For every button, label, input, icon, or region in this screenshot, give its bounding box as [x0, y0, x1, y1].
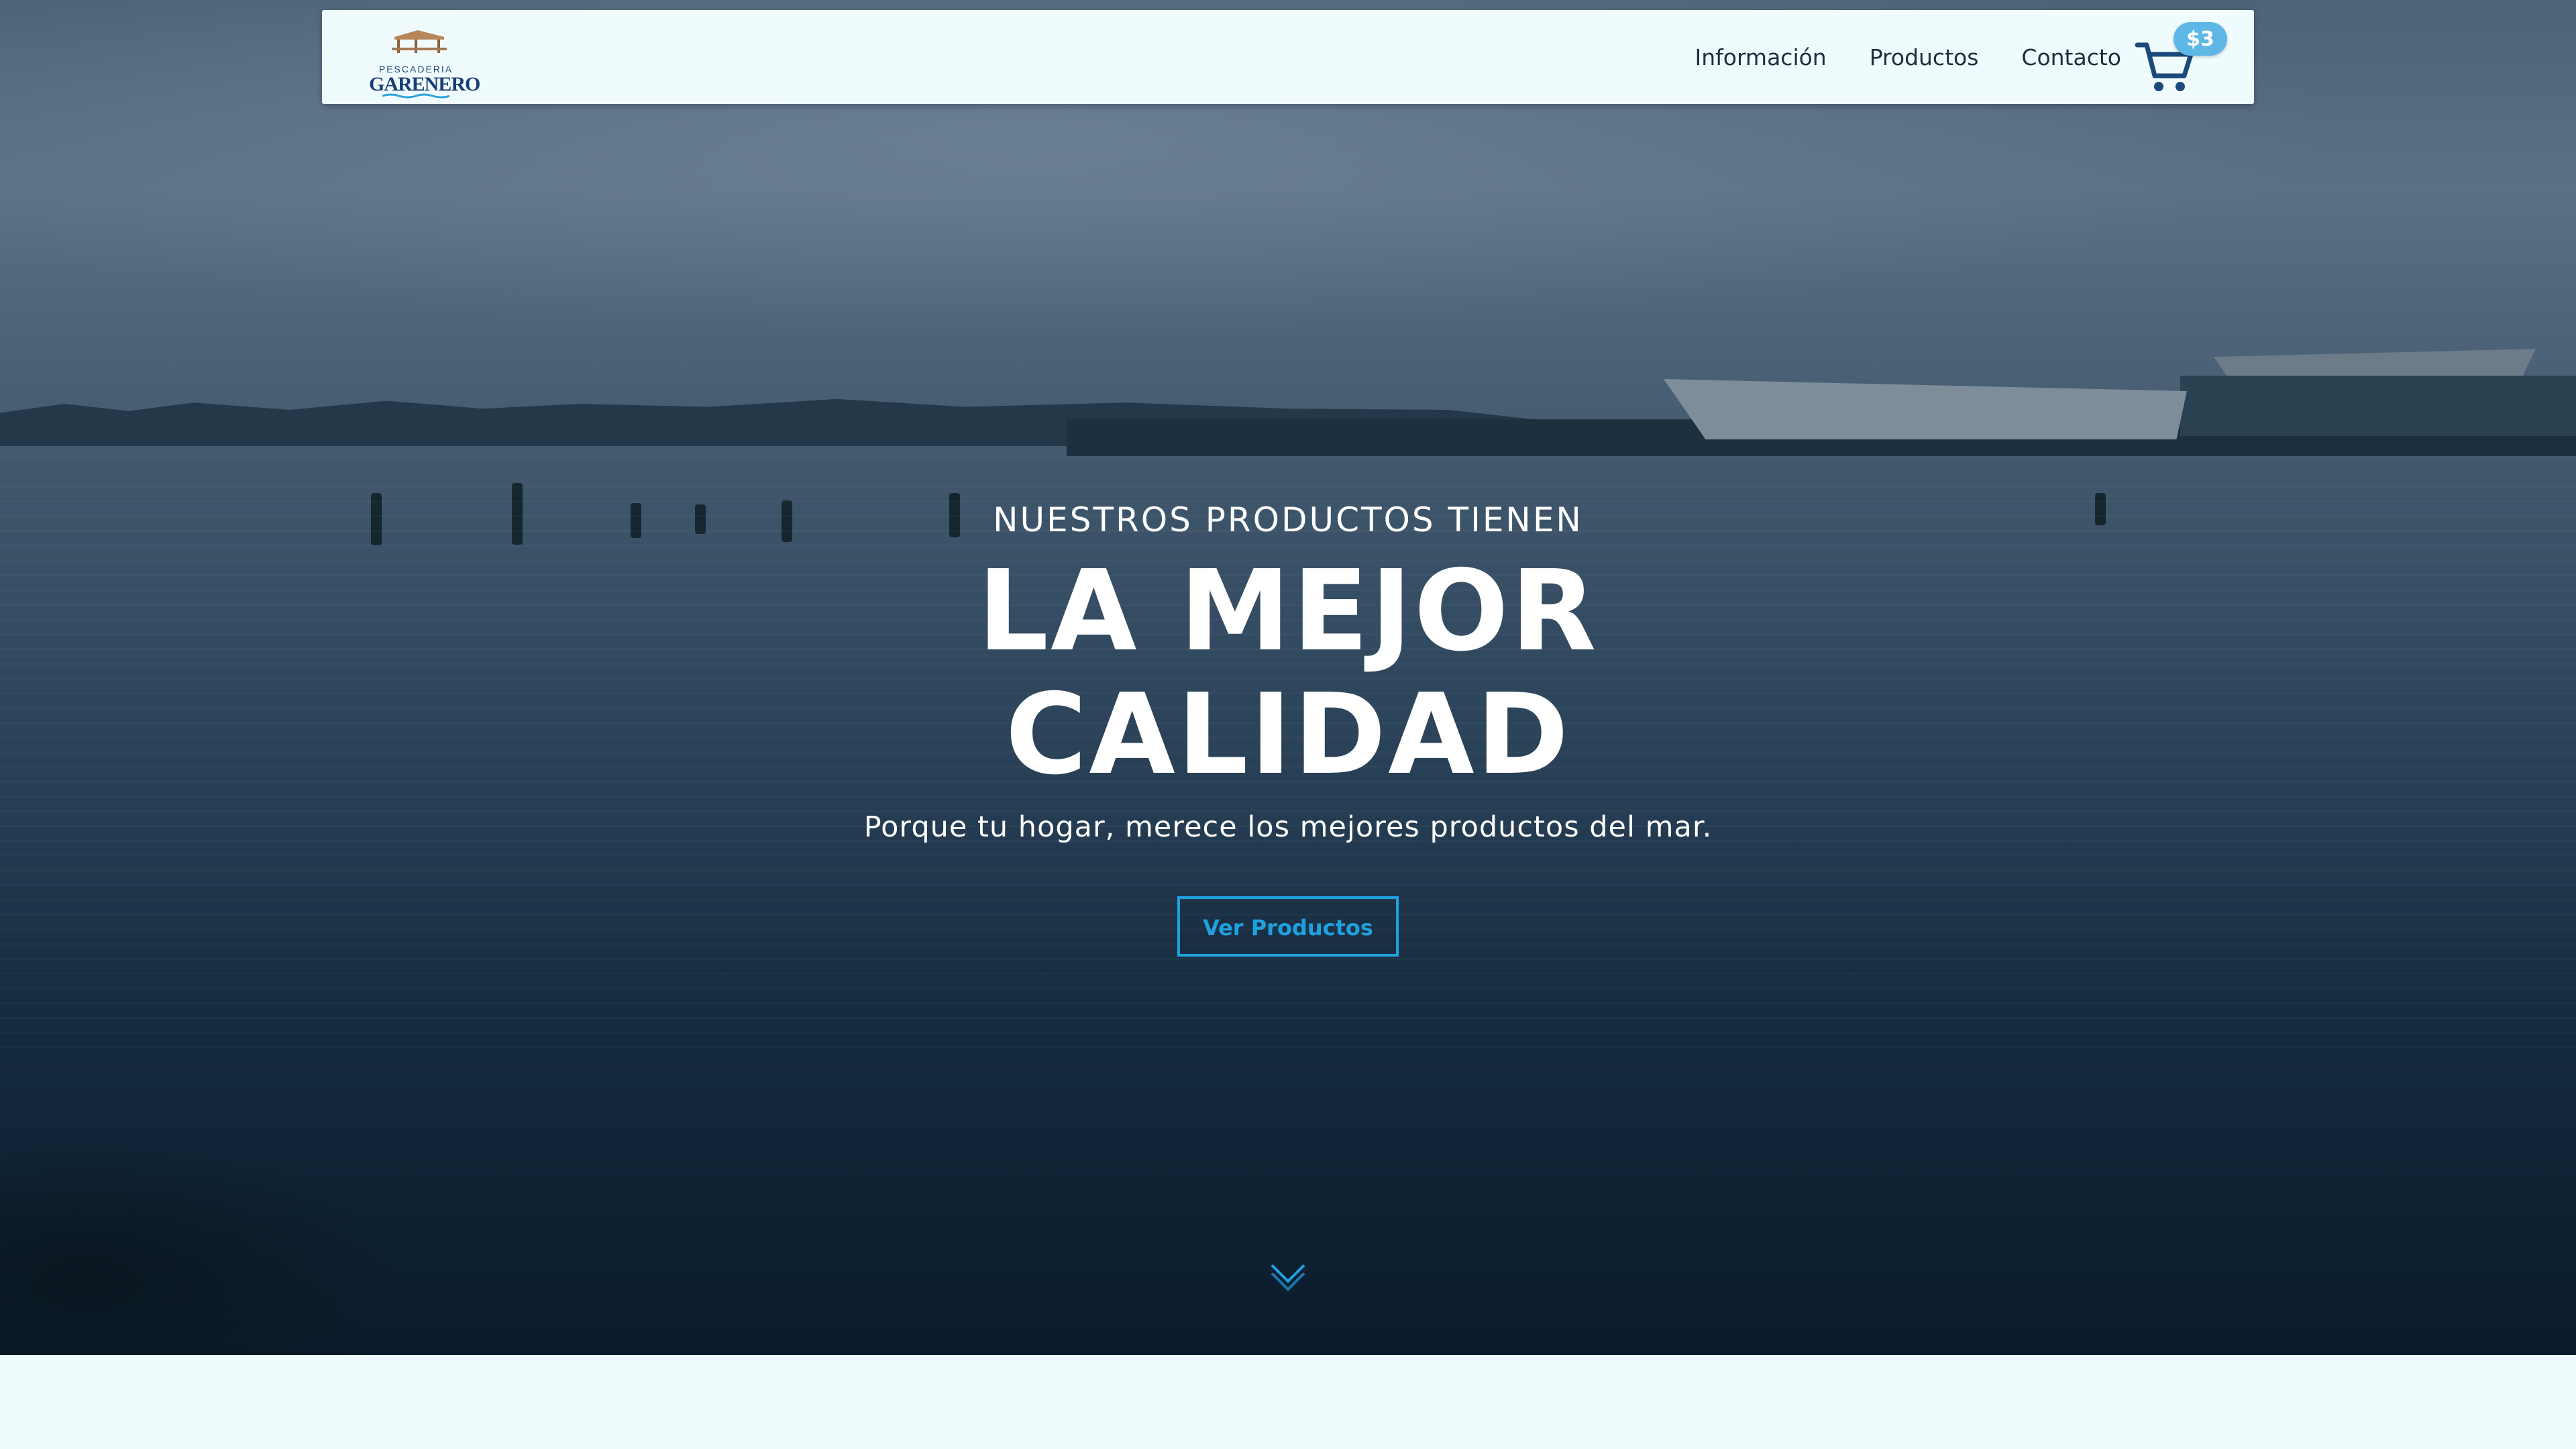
cart-total-badge[interactable]: $3: [2174, 22, 2227, 56]
wave-icon: [382, 93, 449, 99]
brand-logo[interactable]: PESCADERIA GARENERO: [369, 23, 480, 99]
hero-kicker: NUESTROS PRODUCTOS TIENEN: [993, 500, 1583, 539]
hero-headline-line2: CALIDAD: [1005, 670, 1571, 800]
hero-headline: LA MEJOR CALIDAD: [0, 550, 2576, 797]
hero-headline-line1: LA MEJOR: [977, 547, 1599, 676]
logo-name: GARENERO: [369, 73, 480, 95]
hero-rocks: [0, 1140, 416, 1355]
hero-content: NUESTROS PRODUCTOS TIENEN LA MEJOR CALID…: [0, 490, 2576, 957]
nav-item-productos[interactable]: Productos: [1870, 44, 1979, 70]
pier-roof-icon: [392, 30, 447, 53]
hero-subtitle: Porque tu hogar, merece los mejores prod…: [863, 810, 1713, 844]
hero-boat: [1664, 379, 2187, 439]
chevron-down-icon[interactable]: [1268, 1261, 1308, 1291]
nav-item-informacion[interactable]: Información: [1695, 44, 1826, 70]
nav-item-contacto[interactable]: Contacto: [2021, 44, 2121, 70]
top-navbar: PESCADERIA GARENERO Información Producto…: [322, 10, 2254, 104]
nav-links: Información Productos Contacto: [1695, 10, 2121, 104]
hero-section: NUESTROS PRODUCTOS TIENEN LA MEJOR CALID…: [0, 0, 2576, 1355]
view-products-button[interactable]: Ver Productos: [1177, 896, 1399, 957]
hero-pier-right: [2180, 376, 2576, 436]
